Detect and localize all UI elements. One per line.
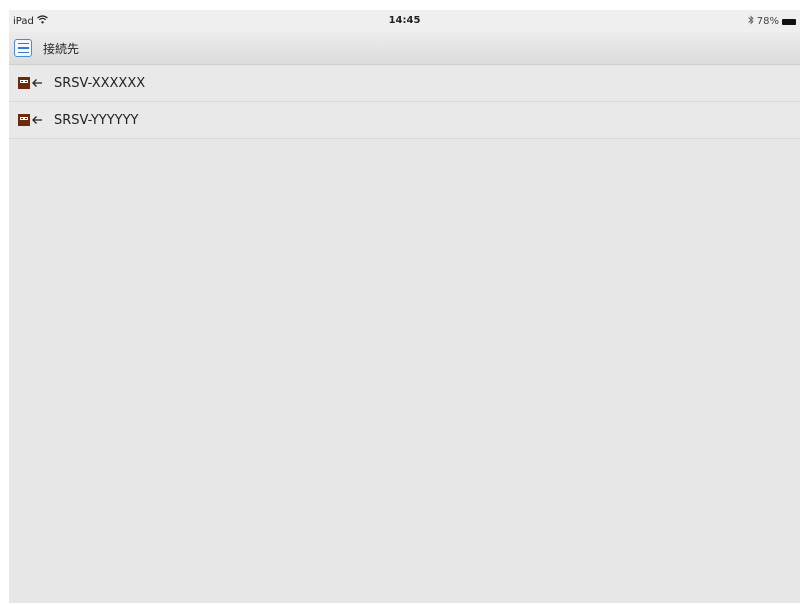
menu-button[interactable] (14, 39, 32, 57)
menu-icon (17, 42, 29, 45)
connection-label: SRSV-YYYYYY (54, 112, 139, 128)
app-screen: iPad 14:45 78% 接続先 SRSV-XXXXXX SRSV-YYYY… (9, 10, 800, 603)
connection-item[interactable]: SRSV-YYYYYY (9, 102, 800, 139)
battery-icon (782, 18, 796, 25)
battery-percentage: 78% (756, 16, 779, 27)
connection-item[interactable]: SRSV-XXXXXX (9, 65, 800, 102)
status-time: 14:45 (388, 15, 421, 26)
navigation-bar: 接続先 (9, 32, 800, 65)
server-connect-icon (18, 76, 44, 90)
page-title: 接続先 (43, 41, 80, 56)
connection-label: SRSV-XXXXXX (54, 75, 146, 91)
connection-list: SRSV-XXXXXX SRSV-YYYYYY (9, 65, 800, 139)
status-right: 78% (747, 15, 796, 28)
server-connect-icon (18, 113, 44, 127)
bluetooth-icon (747, 15, 754, 28)
status-bar: iPad 14:45 78% (9, 10, 800, 32)
